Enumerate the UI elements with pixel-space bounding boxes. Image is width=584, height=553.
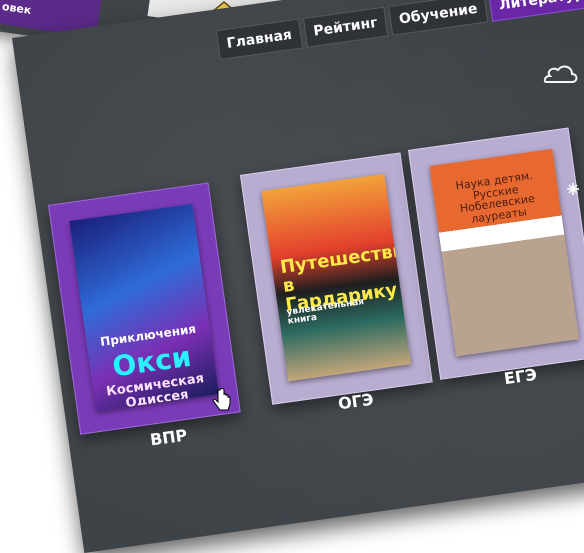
book-card-oge[interactable]: Путешествие в Гардарику увлекательная кн…	[240, 152, 433, 405]
asterisk-icon	[567, 183, 579, 195]
book-cover-ege[interactable]: Наука детям. Русские Нобелевские лауреат…	[429, 148, 579, 357]
cloud-icon	[543, 65, 578, 83]
cover-title-ege: Наука детям. Русские Нобелевские лауреат…	[454, 168, 536, 226]
book-cover-vpr[interactable]: Приключения Окси Космическая Одиссея	[69, 203, 219, 412]
book-card-ege[interactable]: Наука детям. Русские Нобелевские лауреат…	[408, 127, 584, 380]
hand-cursor-icon	[212, 388, 231, 411]
book-cover-oge[interactable]: Путешествие в Гардарику увлекательная кн…	[261, 173, 411, 382]
